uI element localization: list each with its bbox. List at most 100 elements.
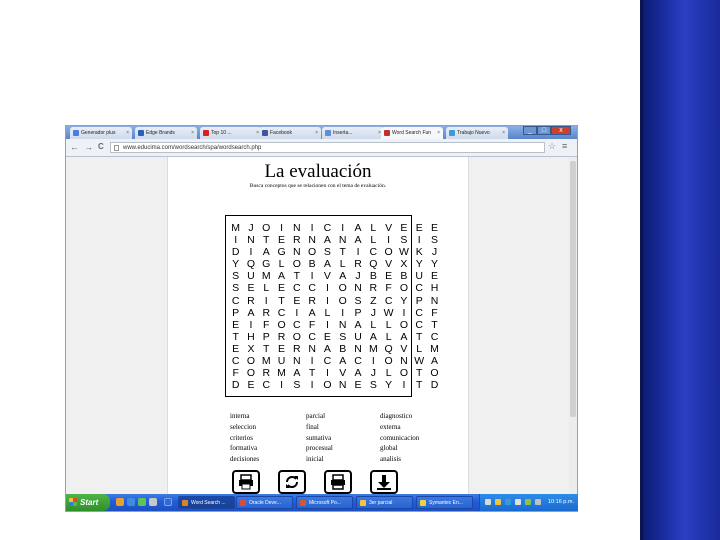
tray-icon[interactable] [495,499,501,505]
task-label: Oracle Deve... [249,500,281,506]
quicklaunch-icon[interactable] [149,498,157,506]
close-tab-icon[interactable]: × [126,127,129,139]
browser-tab[interactable]: Top 10 ... × [200,127,262,139]
grid-row: THPROCESUALATC [228,327,438,343]
word-item: formativa [230,444,258,453]
taskbar-task[interactable]: Oracle Deve... [236,496,293,509]
app-icon [240,500,246,506]
facebook-icon [262,130,268,136]
minimize-button[interactable]: _ [523,126,537,135]
tab-label: Word Search Fun [392,130,432,136]
word-item: parcial [306,412,326,420]
app-icon [360,500,366,506]
grid-letter: F [431,306,438,319]
tab-label: Edge Brands [146,130,175,136]
grid-row: EIFOCFINALLOCT [228,315,438,331]
reload-button[interactable]: C [98,142,104,152]
taskbar-task[interactable]: Word Search ... [178,496,235,509]
download-icon [377,475,391,490]
clock: 10:16 p.m. [548,499,574,505]
grid-letter: S [431,234,439,247]
bookmark-star-icon[interactable]: ☆ [548,141,556,152]
tray-icon[interactable] [485,499,491,505]
grid-row: MJOINICIALVEEE [228,218,438,234]
grid-row: YQGLOBALRQVXYY [228,254,438,270]
forward-button[interactable]: → [84,142,93,152]
taskbar-task[interactable]: 3er parcial [356,496,413,509]
word-item: global [380,444,398,453]
grid-letter: C [262,379,271,392]
grid-letter: M [430,342,439,355]
grid-letter: I [280,379,283,392]
tab-label: Trabajo Nuevo [457,130,490,136]
quicklaunch-icon[interactable] [127,498,135,506]
worksheet: La evaluación Busca conceptos que se rel… [167,157,469,494]
windows-logo-icon [69,498,77,506]
taskbar-task[interactable]: Symantec En... [416,496,473,509]
browser-tab[interactable]: Edge Brands × [135,127,197,139]
tray-icon[interactable] [535,499,541,505]
grid-letter: P [415,294,423,307]
word-item: procesual [306,444,333,453]
grid-letter: N [430,294,439,307]
grid-letter: D [231,379,240,392]
address-bar[interactable]: www.educima.com/wordsearch/spa/wordsearc… [110,142,545,153]
grid-letter: S [293,379,301,392]
grid-letter: E [415,222,423,234]
browser-tab[interactable]: Generador plus × [70,127,132,139]
browser-tab[interactable]: Facebook × [259,127,321,139]
grid-row: DECISIONESYITD [228,375,438,391]
grid-letter: O [430,367,439,380]
tab-label: Top 10 ... [211,130,232,136]
worksheet-subtitle: Busca conceptos que se relacionen con el… [249,183,387,189]
page-viewport: La evaluación Busca conceptos que se rel… [66,157,577,494]
menu-wrench-icon[interactable]: ≡ [562,141,567,151]
quicklaunch-icon[interactable] [116,498,124,506]
refresh-button[interactable] [278,470,306,494]
grid-letter: W [414,355,425,368]
grid-letter: E [431,270,439,283]
close-tab-icon[interactable]: × [437,127,440,139]
worksheet-title: La evaluación [264,161,372,182]
browser-tab[interactable]: Inserta... × [322,127,384,139]
grid-letter: T [416,379,423,392]
maximize-button[interactable]: □ [537,126,551,135]
browser-tab[interactable]: Word Search Fun × [381,127,443,139]
taskbar-task[interactable]: Microsoft Po... [296,496,353,509]
start-button[interactable]: Start [66,494,110,511]
close-tab-icon[interactable]: × [315,127,318,139]
back-button[interactable]: ← [70,142,79,152]
browser-tab[interactable]: Trabajo Nuevo × [446,127,508,139]
close-window-button[interactable]: x [551,126,571,135]
task-label: 3er parcial [369,500,393,506]
grid-row: CRITERIOSZCYPN [228,291,438,307]
grid-letter: E [431,222,439,234]
tray-icon[interactable] [525,499,531,505]
print-button[interactable] [232,470,260,494]
word-column: diagnostico externa comunicacion global anal… [380,411,419,465]
tray-icon[interactable] [505,499,511,505]
worksheet-actions [232,470,412,496]
close-tab-icon[interactable]: × [191,127,194,139]
print-solution-button[interactable] [324,470,352,494]
grid-letter: I [310,379,314,392]
page-icon [325,130,331,136]
tray-icon[interactable] [515,499,521,505]
word-item: analisis [380,455,401,464]
word-item: final [306,422,319,431]
grid-letter: J [431,246,438,259]
browser-toolbar: ← → C www.educima.com/wordsearch/spa/wor… [66,139,577,157]
grid-letter: C [415,318,423,331]
grid-row: FORMATIVAJLOTO [228,363,438,379]
vertical-scrollbar[interactable] [569,157,577,494]
task-label: Symantec En... [429,500,463,506]
download-button[interactable] [370,470,398,494]
close-tab-icon[interactable]: × [502,127,505,139]
grid-letter: T [416,330,423,343]
quicklaunch-expand-icon[interactable] [164,498,172,506]
grid-row: COMUNICACIONWA [228,351,438,367]
quicklaunch-icon[interactable] [138,498,146,506]
print-icon [239,474,253,490]
print-solution-icon [331,474,345,490]
grid-letter: U [415,270,423,283]
